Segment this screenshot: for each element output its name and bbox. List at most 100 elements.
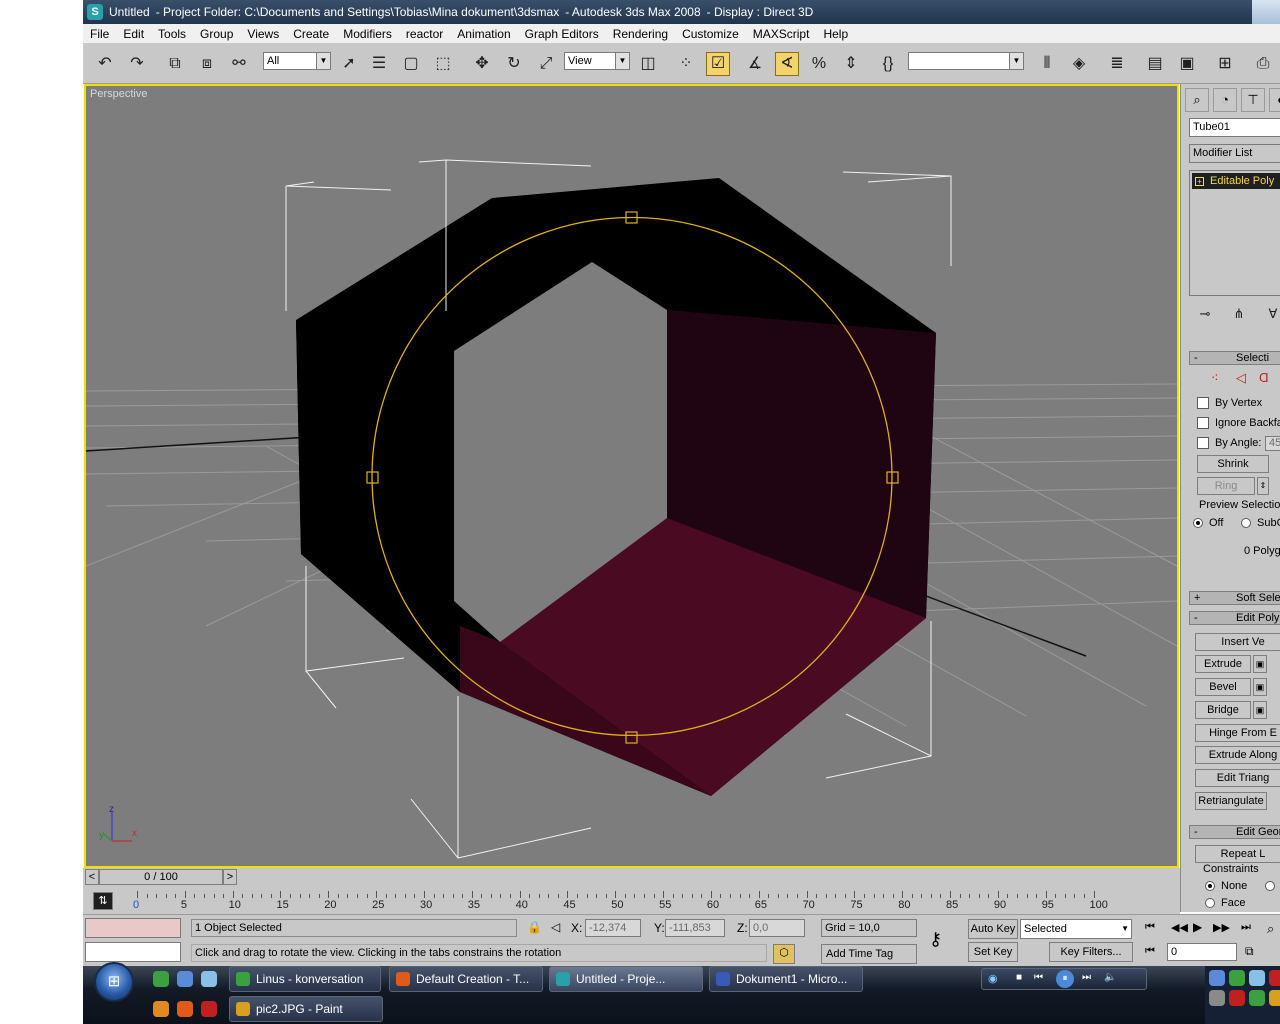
modifier-list-dropdown[interactable]: Modifier List	[1189, 144, 1280, 163]
by-angle-spinner[interactable]: 45	[1265, 436, 1280, 451]
task-default-creation[interactable]: Default Creation - T...	[389, 966, 543, 992]
maxscript-input-field[interactable]	[85, 942, 181, 962]
named-selection-sets-dropdown[interactable]: ▼	[908, 52, 1024, 70]
hinge-from-edge-button[interactable]: Hinge From E	[1195, 724, 1280, 742]
media-icon[interactable]	[201, 971, 217, 987]
tray-icon-4[interactable]	[1249, 990, 1265, 1006]
preview-off-radio[interactable]	[1193, 518, 1203, 528]
firefox-icon[interactable]	[177, 1001, 193, 1017]
bevel-settings-icon[interactable]: ▣	[1253, 678, 1267, 696]
z-coordinate-field[interactable]: 0,0	[749, 919, 805, 937]
go-to-start-icon[interactable]: ⏮	[1145, 921, 1155, 934]
tray-icon[interactable]	[1249, 970, 1265, 986]
previous-track-icon[interactable]: ⏮	[1034, 972, 1043, 983]
task-linus-konversation[interactable]: Linus - konversation	[229, 966, 381, 992]
align-icon[interactable]: ◈	[1067, 52, 1091, 76]
set-key-icon[interactable]: ⚷	[929, 929, 942, 950]
select-and-move-icon[interactable]: ✥	[470, 52, 494, 76]
previous-frame-icon[interactable]: ◀◀	[1171, 921, 1188, 934]
task-dokument1-word[interactable]: Dokument1 - Micro...	[709, 966, 863, 992]
modify-tab-icon[interactable]: ◔	[1213, 88, 1237, 112]
select-and-link-icon[interactable]: ⧉	[163, 52, 187, 76]
retriangulate-button[interactable]: Retriangulate	[1195, 792, 1267, 810]
edit-triangulation-button[interactable]: Edit Triang	[1195, 769, 1280, 787]
constraint-none-radio[interactable]	[1205, 881, 1215, 891]
edge-mode-icon[interactable]: ◁	[1236, 370, 1246, 386]
rectangular-selection-icon[interactable]: ▢	[399, 52, 423, 76]
task-untitled-3dsmax[interactable]: Untitled - Proje...	[549, 966, 703, 992]
time-configuration-icon[interactable]: ⧉	[1245, 944, 1254, 959]
border-mode-icon[interactable]: Ɑ	[1259, 370, 1269, 385]
desktop-icon[interactable]	[177, 971, 193, 987]
tray-icon-2[interactable]	[1209, 990, 1225, 1006]
opera-icon[interactable]	[201, 1001, 217, 1017]
curve-editor-icon[interactable]: ▤	[1143, 52, 1167, 76]
play-icon[interactable]: ▶	[1193, 920, 1202, 934]
menu-tools[interactable]: Tools	[151, 27, 193, 41]
select-and-rotate-icon[interactable]: ↻	[502, 52, 526, 76]
soft-selection-rollout[interactable]: + Soft Sele	[1189, 591, 1280, 605]
menu-group[interactable]: Group	[193, 27, 240, 41]
keyboard-shortcut-override-icon[interactable]: ☑	[706, 52, 730, 76]
preview-subobj-radio[interactable]	[1241, 518, 1251, 528]
by-angle-checkbox[interactable]	[1197, 437, 1209, 449]
key-filters-button[interactable]: Key Filters...	[1049, 942, 1133, 962]
task-pic2-paint[interactable]: pic2.JPG - Paint	[229, 996, 383, 1022]
key-mode-dropdown[interactable]: Selected ▼	[1020, 919, 1132, 939]
make-unique-icon[interactable]: ∀	[1261, 302, 1280, 326]
menu-rendering[interactable]: Rendering	[606, 27, 675, 41]
undo-icon[interactable]: ↶	[93, 52, 117, 76]
next-track-icon[interactable]: ⏭	[1082, 972, 1091, 983]
select-object-icon[interactable]: ➚	[337, 52, 361, 76]
key-mode-toggle-icon[interactable]: ⏮	[1145, 945, 1155, 958]
extrude-settings-icon[interactable]: ▣	[1253, 655, 1267, 673]
snaps-toggle-icon[interactable]: ∡	[743, 52, 767, 76]
pivot-center-icon[interactable]: ◫	[636, 52, 660, 76]
network-icon[interactable]	[1209, 970, 1225, 986]
menu-animation[interactable]: Animation	[450, 27, 517, 41]
repeat-last-button[interactable]: Repeat L	[1195, 845, 1280, 863]
layer-manager-icon[interactable]: ≣	[1105, 52, 1129, 76]
ring-spinner[interactable]: ⇕	[1257, 477, 1269, 495]
start-button[interactable]: ⊞	[94, 962, 134, 1002]
tray-icon-3[interactable]	[1229, 990, 1245, 1006]
selection-rollout[interactable]: - Selecti	[1189, 351, 1280, 365]
create-tab-icon[interactable]: ⌕	[1185, 88, 1209, 112]
zoom-icon[interactable]: ⌕	[1267, 921, 1274, 937]
window-crossing-icon[interactable]: ⬚	[431, 52, 455, 76]
volume-icon[interactable]: 🔈	[1104, 972, 1116, 983]
pause-icon[interactable]: ⏸	[1056, 970, 1074, 988]
render-setup-icon[interactable]: ⎙	[1251, 52, 1275, 76]
y-coordinate-field[interactable]: -111,853	[665, 919, 725, 937]
menu-create[interactable]: Create	[286, 27, 336, 41]
material-editor-icon[interactable]: ⊞	[1213, 52, 1237, 76]
constraint-edge-radio[interactable]	[1265, 881, 1275, 891]
bridge-button[interactable]: Bridge	[1195, 701, 1251, 719]
adaptive-degradation-icon[interactable]: ⬡	[773, 944, 795, 964]
time-slider[interactable]: 0 / 100	[99, 869, 223, 885]
insert-vertex-button[interactable]: Insert Ve	[1195, 633, 1280, 651]
edit-geometry-rollout[interactable]: -Edit Geon	[1189, 825, 1280, 839]
motion-tab-icon[interactable]: ◐	[1269, 88, 1280, 112]
menu-modifiers[interactable]: Modifiers	[336, 27, 399, 41]
edit-polygons-rollout[interactable]: - Edit Poly	[1189, 611, 1280, 625]
tube-object[interactable]	[296, 178, 936, 796]
vlc-icon[interactable]	[153, 1001, 169, 1017]
schematic-view-icon[interactable]: ▣	[1175, 52, 1199, 76]
ring-button[interactable]: Ring	[1197, 477, 1255, 495]
go-to-end-icon[interactable]: ⏭	[1241, 921, 1251, 934]
redo-icon[interactable]: ↷	[125, 52, 149, 76]
perspective-viewport[interactable]: Perspective z x y	[84, 84, 1179, 868]
mini-curve-editor-icon[interactable]: ⇅	[93, 892, 113, 910]
by-vertex-checkbox[interactable]	[1197, 397, 1209, 409]
messenger-tray-icon[interactable]	[1229, 970, 1245, 986]
reference-coordinate-dropdown[interactable]: View ▼	[564, 52, 630, 70]
menu-edit[interactable]: Edit	[116, 27, 151, 41]
stack-item-editable-poly[interactable]: + Editable Poly	[1192, 173, 1280, 189]
add-time-tag-button[interactable]: Add Time Tag	[821, 944, 917, 964]
next-frame-arrow-icon[interactable]: >	[223, 869, 237, 885]
select-and-scale-icon[interactable]: ⤢	[534, 52, 558, 76]
security-icon[interactable]	[1269, 970, 1280, 986]
vertex-mode-icon[interactable]: ⁖	[1211, 370, 1219, 386]
extrude-along-spline-button[interactable]: Extrude Along	[1195, 746, 1280, 764]
